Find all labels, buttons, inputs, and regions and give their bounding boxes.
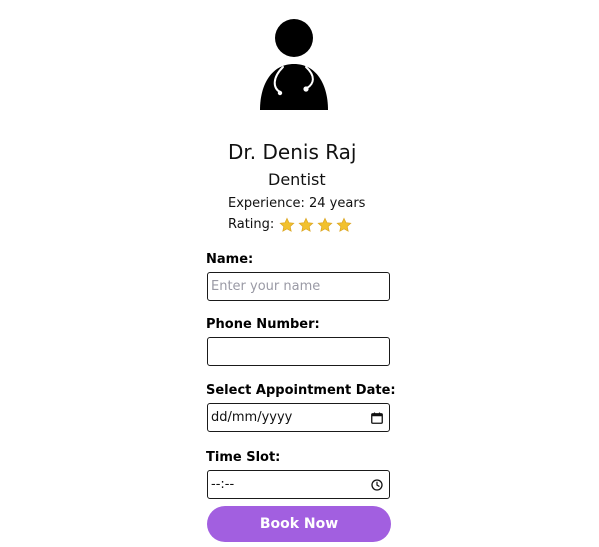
calendar-icon[interactable] (371, 412, 383, 424)
book-now-button[interactable]: Book Now (207, 506, 391, 542)
star-icon (298, 217, 314, 232)
time-input[interactable]: --:-- (207, 470, 390, 499)
doctor-specialty: Dentist (268, 170, 326, 189)
date-value: dd/mm/yyyy (211, 410, 293, 425)
star-icon (336, 217, 352, 232)
star-icon (279, 217, 295, 232)
time-value: --:-- (211, 477, 235, 492)
rating-stars (279, 217, 352, 233)
phone-label: Phone Number: (206, 317, 320, 332)
doctor-avatar-icon (260, 19, 328, 110)
clock-icon[interactable] (371, 478, 383, 491)
rating-label: Rating: (228, 217, 275, 232)
doctor-rating: Rating: (228, 216, 352, 234)
name-input[interactable]: Enter your name (207, 272, 390, 301)
time-label: Time Slot: (206, 450, 281, 465)
phone-input[interactable] (207, 337, 390, 366)
date-label: Select Appointment Date: (206, 383, 396, 398)
star-icon (317, 217, 333, 232)
doctor-name: Dr. Denis Raj (228, 140, 357, 164)
name-placeholder: Enter your name (211, 279, 321, 294)
name-label: Name: (206, 252, 254, 267)
date-input[interactable]: dd/mm/yyyy (207, 403, 390, 432)
doctor-experience: Experience: 24 years (228, 196, 366, 211)
